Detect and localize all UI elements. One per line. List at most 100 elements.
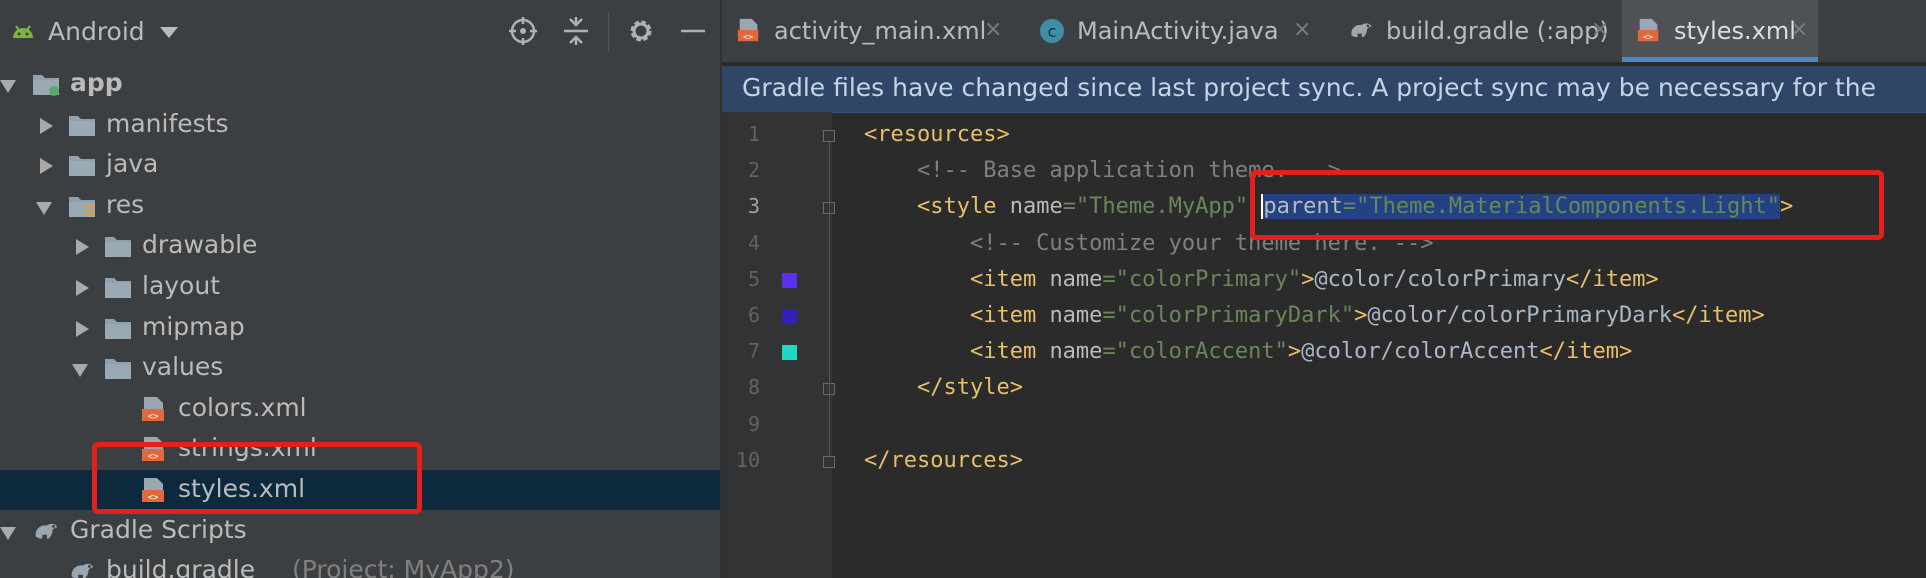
- project-view-selector[interactable]: Android: [48, 17, 145, 46]
- close-icon[interactable]: ×: [984, 17, 1002, 42]
- code-token: </item>: [1566, 266, 1659, 292]
- tab-styles-xml[interactable]: <> styles.xml ×: [1622, 0, 1818, 62]
- color-swatch[interactable]: [782, 345, 797, 361]
- chevron-down-icon[interactable]: [72, 364, 88, 378]
- code-token: @color/colorAccent: [1301, 339, 1540, 365]
- tree-item-label: drawable: [142, 230, 258, 260]
- folder-icon: [104, 233, 132, 259]
- hide-panel-icon[interactable]: [678, 16, 708, 46]
- code-token: name: [1049, 339, 1103, 365]
- tab-label: MainActivity.java: [1077, 17, 1279, 45]
- tree-item-label: res: [106, 189, 145, 219]
- code-line[interactable]: <item name="colorPrimary">@color/colorPr…: [864, 267, 1659, 292]
- tab-label: styles.xml: [1674, 17, 1796, 45]
- line-number: 2: [747, 158, 760, 183]
- tree-item-gradle-scripts[interactable]: Gradle Scripts: [0, 511, 720, 551]
- code-line[interactable]: <item name="colorPrimaryDark">@color/col…: [864, 303, 1765, 328]
- module-folder-icon: [32, 71, 60, 97]
- code-line[interactable]: </resources>: [864, 448, 1023, 473]
- svg-text:<>: <>: [743, 31, 753, 41]
- close-icon[interactable]: ×: [1293, 17, 1311, 42]
- chevron-right-icon[interactable]: [76, 239, 89, 256]
- tree-item-drawable[interactable]: drawable: [0, 226, 720, 266]
- locate-file-icon[interactable]: [508, 16, 538, 46]
- tree-item-label: Gradle Scripts: [70, 514, 247, 544]
- chevron-right-icon[interactable]: [40, 158, 53, 175]
- svg-text:<>: <>: [1643, 31, 1653, 41]
- folder-icon: [68, 112, 96, 138]
- annotation-box-parent-attr: [1250, 170, 1884, 240]
- tree-item-values[interactable]: values: [0, 348, 720, 388]
- sync-banner-text: Gradle files have changed since last pro…: [742, 73, 1877, 102]
- chevron-down-icon[interactable]: [0, 526, 16, 540]
- tree-item-label: layout: [142, 271, 221, 300]
- chevron-right-icon[interactable]: [76, 320, 89, 337]
- folder-icon: [68, 152, 96, 178]
- chevron-right-icon[interactable]: [76, 280, 89, 296]
- code-token: <item: [864, 339, 1050, 365]
- tree-item-colors-xml[interactable]: <> colors.xml: [0, 389, 720, 429]
- editor-tab-bar: <> activity_main.xml × c MainActivity.java × b…: [722, 0, 1926, 62]
- code-token: ="colorAccent": [1102, 339, 1288, 365]
- line-number: 3: [747, 194, 760, 219]
- tab-label: build.gradle (:app): [1386, 17, 1609, 45]
- toolbar-separator: [608, 12, 609, 52]
- tree-item-manifests[interactable]: manifests: [0, 105, 720, 145]
- close-icon[interactable]: ×: [1790, 17, 1808, 42]
- code-token: ="colorPrimary": [1102, 266, 1302, 292]
- project-tool-window: Android app manifests java res drawable lay: [0, 0, 720, 578]
- collapse-all-icon[interactable]: [561, 16, 591, 46]
- code-token: </item>: [1539, 339, 1633, 365]
- chevron-down-icon[interactable]: [0, 80, 16, 93]
- editor-gutter: 1 2 3 4 5 6 7 8 9 10: [722, 112, 835, 578]
- gradle-icon: [68, 558, 96, 578]
- gear-icon[interactable]: [626, 16, 656, 46]
- tree-item-label: java: [106, 149, 159, 179]
- code-token: @color/colorPrimaryDark: [1367, 303, 1672, 328]
- code-token: @color/colorPrimary: [1314, 266, 1567, 292]
- code-token: >: [1354, 303, 1368, 328]
- code-token: name: [1049, 266, 1103, 292]
- fold-guide: [829, 214, 830, 384]
- code-token: ="Theme.MyApp": [1062, 194, 1249, 220]
- tab-activity-main-xml[interactable]: <> activity_main.xml ×: [722, 0, 1012, 62]
- code-token: <item: [864, 266, 1050, 292]
- tree-item-build-gradle[interactable]: build.gradle (Project: MyApp2): [0, 551, 720, 578]
- code-token: </item>: [1671, 303, 1765, 328]
- code-line[interactable]: <resources>: [864, 122, 1010, 147]
- chevron-right-icon[interactable]: [40, 117, 53, 134]
- annotation-box-styles-file: [92, 442, 422, 514]
- line-number: 5: [747, 266, 760, 291]
- gradle-sync-banner: Gradle files have changed since last pro…: [722, 66, 1926, 113]
- code-line[interactable]: </style>: [864, 375, 1023, 400]
- tab-mainactivity-java[interactable]: c MainActivity.java ×: [1025, 0, 1321, 62]
- code-token: >: [1301, 266, 1315, 292]
- line-number: 8: [747, 375, 760, 400]
- line-number: 6: [747, 303, 760, 327]
- tree-item-res[interactable]: res: [0, 186, 720, 226]
- tree-item-layout[interactable]: layout: [0, 267, 720, 307]
- tree-item-subtitle: (Project: MyApp2): [292, 555, 515, 578]
- code-line[interactable]: <item name="colorAccent">@color/colorAcc…: [864, 339, 1632, 364]
- color-swatch[interactable]: [782, 309, 797, 324]
- code-token: name: [1009, 194, 1063, 220]
- tree-item-java[interactable]: java: [0, 145, 720, 185]
- android-icon: [13, 25, 33, 38]
- tab-build-gradle-app[interactable]: build.gradle (:app) ×: [1334, 0, 1619, 62]
- xml-file-icon: <>: [140, 396, 168, 422]
- code-token: </resources>: [864, 447, 1023, 473]
- folder-icon: [104, 355, 132, 381]
- tree-item-label: colors.xml: [178, 392, 307, 422]
- code-token: </style>: [864, 375, 1023, 401]
- svg-text:<>: <>: [148, 412, 159, 422]
- color-swatch[interactable]: [782, 272, 797, 288]
- close-icon[interactable]: ×: [1591, 17, 1609, 42]
- chevron-down-icon[interactable]: [36, 201, 52, 215]
- tree-item-app[interactable]: app: [0, 64, 720, 104]
- tree-item-label: build.gradle: [106, 555, 256, 578]
- xml-file-icon: <>: [1636, 18, 1662, 44]
- tree-item-mipmap[interactable]: mipmap: [0, 308, 720, 348]
- res-folder-icon: [68, 193, 96, 219]
- code-token: >: [1287, 339, 1302, 365]
- chevron-down-icon[interactable]: [160, 27, 178, 38]
